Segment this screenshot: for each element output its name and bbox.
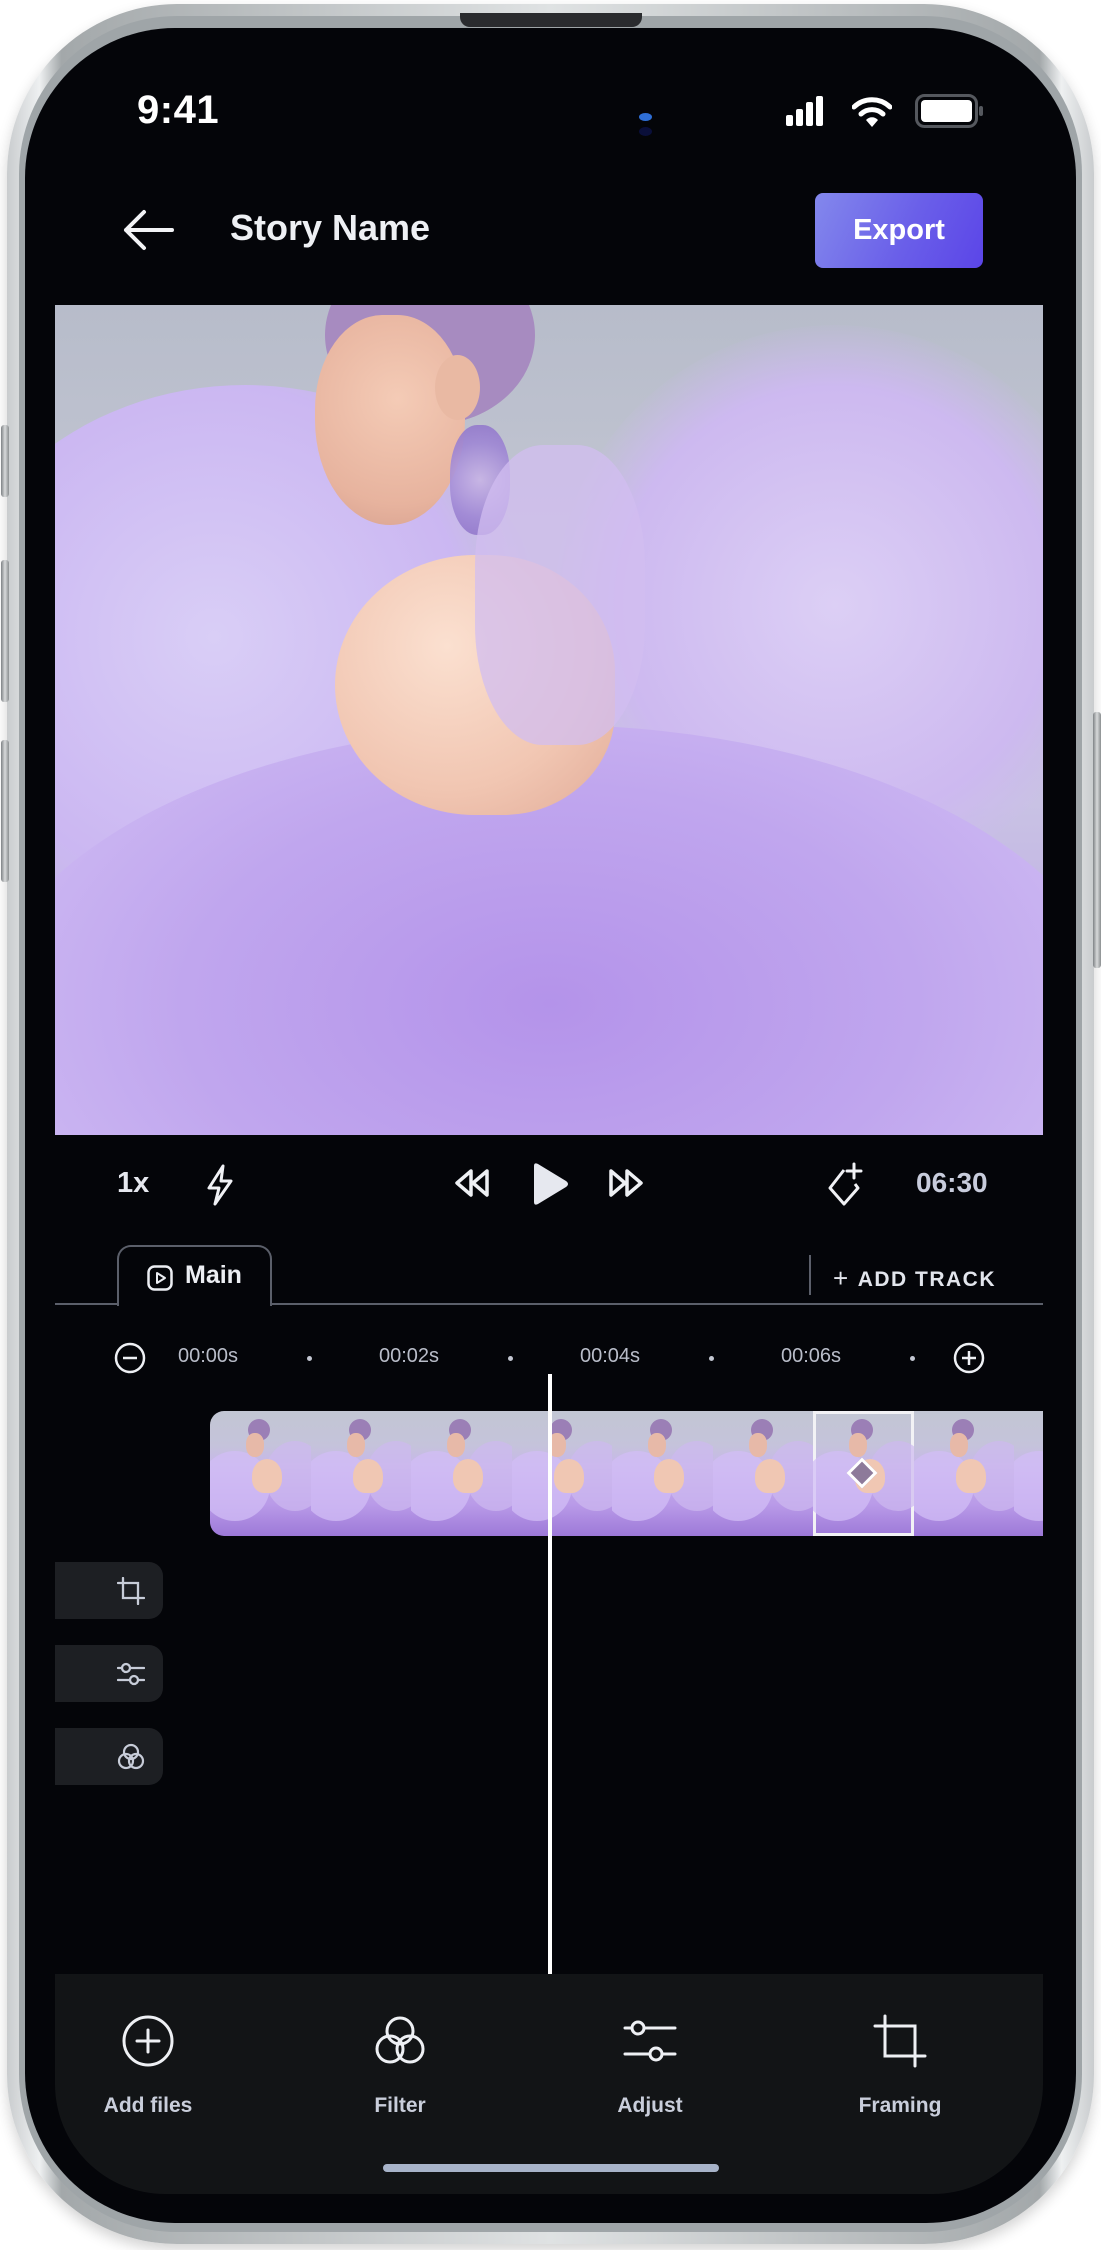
track-filter-button[interactable]	[55, 1728, 163, 1785]
arrow-left-icon	[124, 210, 174, 250]
clip-frame[interactable]	[511, 1411, 612, 1536]
add-circle-icon	[122, 2015, 174, 2067]
preview-face	[315, 315, 465, 525]
preview-ear	[435, 355, 480, 420]
side-button-power	[1093, 712, 1101, 968]
clip-frame[interactable]	[913, 1411, 1014, 1536]
frame-thumb-face	[246, 1433, 264, 1457]
sliders-icon	[117, 1662, 145, 1686]
ruler-label: 00:06s	[781, 1345, 842, 1367]
plus-icon: +	[833, 1263, 850, 1293]
frame-thumb-face	[949, 1433, 968, 1457]
playhead[interactable]	[548, 1374, 552, 1974]
status-time: 9:41	[137, 88, 220, 132]
clip-frame-selected[interactable]	[813, 1411, 914, 1536]
tab-main-label: Main	[185, 1261, 242, 1289]
frame-thumb-back	[654, 1459, 684, 1493]
clip-frame[interactable]	[1014, 1411, 1043, 1536]
plus-circle-icon[interactable]	[953, 1342, 985, 1374]
home-indicator[interactable]	[383, 2164, 719, 2172]
crop-icon	[873, 2014, 927, 2068]
crop-icon	[117, 1577, 145, 1605]
ruler-dot	[307, 1356, 312, 1361]
side-button-volume-down	[1, 740, 9, 882]
camera-lens-icon	[639, 127, 652, 136]
ruler-dot	[709, 1356, 714, 1361]
ruler-label: 00:02s	[379, 1345, 440, 1367]
frame-thumb-back	[754, 1459, 785, 1493]
frame-thumb-tulle	[1014, 1451, 1043, 1521]
frame-thumb-face	[346, 1433, 365, 1457]
frame-thumb-back	[553, 1459, 584, 1493]
battery-icon	[915, 94, 983, 128]
toolbar-framing[interactable]: Framing	[815, 2014, 985, 2144]
export-button[interactable]: Export	[815, 193, 983, 268]
frame-thumb-back	[453, 1459, 483, 1493]
add-keyframe-icon[interactable]	[826, 1162, 866, 1206]
track-framing-button[interactable]	[55, 1562, 163, 1619]
story-title: Story Name	[230, 207, 431, 248]
toolbar-add-files[interactable]: Add files	[63, 2014, 233, 2144]
ruler-label: 00:04s	[580, 1345, 641, 1367]
tab-main[interactable]: Main	[117, 1245, 272, 1306]
ruler-dot	[910, 1356, 915, 1361]
bottom-toolbar: Add files Filter Adjust Framing	[55, 1974, 1043, 2194]
clip-frame[interactable]	[411, 1411, 512, 1536]
tab-separator	[809, 1255, 811, 1295]
rewind-icon[interactable]	[453, 1168, 491, 1198]
frame-thumb-back	[252, 1459, 282, 1493]
clip-strip[interactable]	[210, 1411, 1043, 1536]
back-button[interactable]	[118, 205, 178, 255]
toolbar-label: Adjust	[617, 2094, 683, 2117]
toolbar-label: Filter	[374, 2094, 426, 2117]
video-play-icon	[147, 1265, 173, 1291]
ruler-label: 00:00s	[178, 1345, 239, 1367]
toolbar-adjust[interactable]: Adjust	[565, 2014, 735, 2144]
filter-icon	[117, 1743, 145, 1770]
ruler-dot	[508, 1356, 513, 1361]
clip-frame[interactable]	[210, 1411, 311, 1536]
toolbar-label: Framing	[858, 2094, 942, 2117]
lightning-icon[interactable]	[205, 1164, 235, 1206]
speaker-slot	[460, 13, 642, 27]
play-icon[interactable]	[530, 1162, 570, 1206]
side-button-mute	[1, 425, 9, 497]
frame-thumb-face	[849, 1433, 867, 1457]
frame-thumb-face	[648, 1433, 666, 1457]
fast-forward-icon[interactable]	[607, 1168, 645, 1198]
filter-icon	[375, 2016, 425, 2064]
side-button-volume-up	[1, 560, 9, 702]
toolbar-label: Add files	[103, 2094, 193, 2117]
clip-frame[interactable]	[612, 1411, 713, 1536]
frame-thumb-face	[748, 1433, 767, 1457]
clip-frame[interactable]	[712, 1411, 813, 1536]
camera-indicator-icon	[639, 113, 652, 121]
signal-icon	[786, 96, 823, 126]
frame-thumb-back	[955, 1459, 986, 1493]
frame-thumb-face	[447, 1433, 465, 1457]
playback-time: 06:30	[916, 1167, 988, 1198]
sliders-icon	[623, 2020, 677, 2062]
add-track-button[interactable]: + ADD TRACK	[833, 1262, 996, 1293]
preview-collar	[475, 445, 645, 745]
speed-button[interactable]: 1x	[117, 1167, 149, 1200]
minus-circle-icon[interactable]	[114, 1342, 146, 1374]
clip-frame[interactable]	[310, 1411, 411, 1536]
video-preview[interactable]	[55, 305, 1043, 1135]
toolbar-filter[interactable]: Filter	[315, 2014, 485, 2144]
frame-thumb-back	[352, 1459, 383, 1493]
add-track-label: ADD TRACK	[857, 1268, 997, 1291]
wifi-icon	[852, 97, 892, 127]
track-adjust-button[interactable]	[55, 1645, 163, 1702]
